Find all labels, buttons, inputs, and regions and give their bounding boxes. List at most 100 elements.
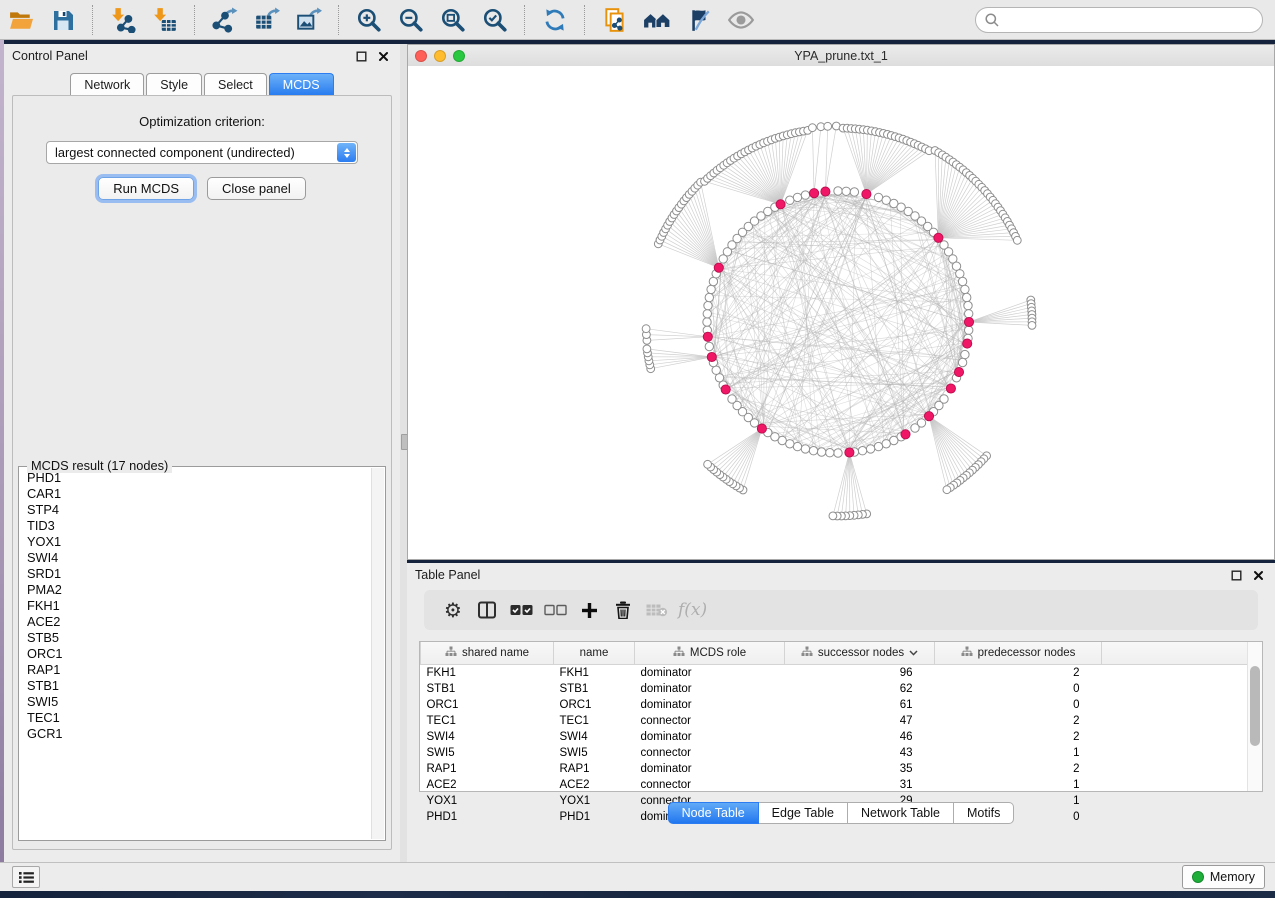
mcds-hub-node[interactable] <box>924 412 933 421</box>
network-node[interactable] <box>728 395 736 403</box>
table-cell[interactable]: 43 <box>785 745 935 761</box>
table-cell[interactable]: dominator <box>635 681 785 697</box>
mcds-result-item[interactable]: TID3 <box>27 518 372 534</box>
mcds-result-item[interactable]: CAR1 <box>27 486 372 502</box>
tab-network-table[interactable]: Network Table <box>848 802 954 824</box>
mcds-result-item[interactable]: STB5 <box>27 630 372 646</box>
table-cell[interactable]: RAP1 <box>554 761 635 777</box>
table-cell[interactable]: ACE2 <box>421 777 554 793</box>
zoom-out-button[interactable] <box>392 3 430 37</box>
import-network-button[interactable] <box>104 3 142 37</box>
network-node[interactable] <box>705 293 713 301</box>
network-node[interactable] <box>874 442 882 450</box>
network-node[interactable] <box>705 342 713 350</box>
network-node[interactable] <box>793 193 801 201</box>
network-node[interactable] <box>911 424 919 432</box>
network-node[interactable] <box>965 310 973 318</box>
network-node[interactable] <box>704 460 712 468</box>
toggle-column-view-button[interactable] <box>470 595 504 625</box>
close-table-panel-button[interactable] <box>1249 567 1267 583</box>
network-canvas-svg[interactable] <box>408 66 1274 559</box>
mcds-hub-node[interactable] <box>934 233 943 242</box>
table-cell[interactable]: TEC1 <box>554 713 635 729</box>
network-node[interactable] <box>963 293 971 301</box>
mcds-result-item[interactable]: RAP1 <box>27 662 372 678</box>
mcds-result-item[interactable]: PHD1 <box>27 470 372 486</box>
network-node[interactable] <box>958 358 966 366</box>
table-cell[interactable]: dominator <box>635 697 785 713</box>
import-table-button[interactable] <box>146 3 184 37</box>
memory-button[interactable]: Memory <box>1182 865 1265 889</box>
table-cell[interactable]: ORC1 <box>421 697 554 713</box>
delete-table-button[interactable] <box>640 595 674 625</box>
mcds-list-scrollbar[interactable] <box>371 468 384 839</box>
mcds-hub-node[interactable] <box>845 448 854 457</box>
table-row[interactable]: ORC1ORC1dominator610 <box>421 697 1262 713</box>
table-cell[interactable]: 2 <box>935 713 1102 729</box>
export-table-button[interactable] <box>248 3 286 37</box>
network-node[interactable] <box>703 310 711 318</box>
network-node[interactable] <box>961 350 969 358</box>
network-node[interactable] <box>850 188 858 196</box>
table-cell[interactable]: 0 <box>935 697 1102 713</box>
table-cell[interactable]: connector <box>635 745 785 761</box>
table-cell[interactable]: SWI5 <box>554 745 635 761</box>
table-cell[interactable]: 1 <box>935 745 1102 761</box>
column-header-successor-nodes[interactable]: successor nodes <box>785 642 935 665</box>
mcds-hub-node[interactable] <box>901 430 910 439</box>
column-header-mcds-role[interactable]: MCDS role <box>635 642 785 665</box>
table-settings-button[interactable]: ⚙ <box>436 595 470 625</box>
network-node[interactable] <box>958 277 966 285</box>
table-cell[interactable]: 2 <box>935 761 1102 777</box>
export-network-button[interactable] <box>206 3 244 37</box>
optimization-criterion-select[interactable]: largest connected component (undirected) <box>46 141 358 164</box>
create-column-button[interactable] <box>572 595 606 625</box>
column-header-predecessor-nodes[interactable]: predecessor nodes <box>935 642 1102 665</box>
table-cell[interactable]: connector <box>635 713 785 729</box>
new-network-from-selection-button[interactable] <box>596 3 634 37</box>
mcds-result-item[interactable]: PMA2 <box>27 582 372 598</box>
table-cell[interactable]: dominator <box>635 729 785 745</box>
table-cell[interactable]: 62 <box>785 681 935 697</box>
mcds-result-item[interactable]: TEC1 <box>27 710 372 726</box>
network-node[interactable] <box>1028 322 1036 330</box>
apply-layout-button[interactable] <box>536 3 574 37</box>
network-node[interactable] <box>712 366 720 374</box>
network-node[interactable] <box>824 122 832 130</box>
function-builder-button[interactable]: f(x) <box>674 595 711 625</box>
table-cell[interactable]: FKH1 <box>421 665 554 682</box>
mcds-hub-node[interactable] <box>721 385 730 394</box>
network-node[interactable] <box>829 512 837 520</box>
table-cell[interactable]: FKH1 <box>554 665 635 682</box>
table-cell[interactable]: 61 <box>785 697 935 713</box>
mcds-hub-node[interactable] <box>707 352 716 361</box>
mcds-result-item[interactable]: SWI4 <box>27 550 372 566</box>
mcds-result-item[interactable]: SRD1 <box>27 566 372 582</box>
delete-column-button[interactable] <box>606 595 640 625</box>
network-canvas[interactable] <box>408 66 1274 559</box>
mcds-hub-node[interactable] <box>946 384 955 393</box>
table-cell[interactable]: 31 <box>785 777 935 793</box>
mcds-hub-node[interactable] <box>703 332 712 341</box>
tab-style[interactable]: Style <box>146 73 202 96</box>
close-panel-button[interactable] <box>374 48 392 64</box>
table-cell[interactable]: ORC1 <box>554 697 635 713</box>
tab-edge-table[interactable]: Edge Table <box>759 802 848 824</box>
table-cell[interactable]: SWI4 <box>554 729 635 745</box>
save-session-button[interactable] <box>44 3 82 37</box>
zoom-selected-button[interactable] <box>476 3 514 37</box>
table-cell[interactable]: ACE2 <box>554 777 635 793</box>
select-all-columns-button[interactable] <box>504 595 538 625</box>
column-header-name[interactable]: name <box>554 642 635 665</box>
mcds-hub-node[interactable] <box>714 263 723 272</box>
table-row[interactable]: FKH1FKH1dominator962 <box>421 665 1262 682</box>
table-scrollbar-thumb[interactable] <box>1250 666 1260 746</box>
mcds-result-item[interactable]: YOX1 <box>27 534 372 550</box>
table-cell[interactable]: 0 <box>935 681 1102 697</box>
table-cell[interactable]: TEC1 <box>421 713 554 729</box>
network-node[interactable] <box>817 448 825 456</box>
mcds-result-item[interactable]: STB1 <box>27 678 372 694</box>
task-history-button[interactable] <box>12 866 40 888</box>
tab-motifs[interactable]: Motifs <box>954 802 1014 824</box>
network-node[interactable] <box>858 447 866 455</box>
